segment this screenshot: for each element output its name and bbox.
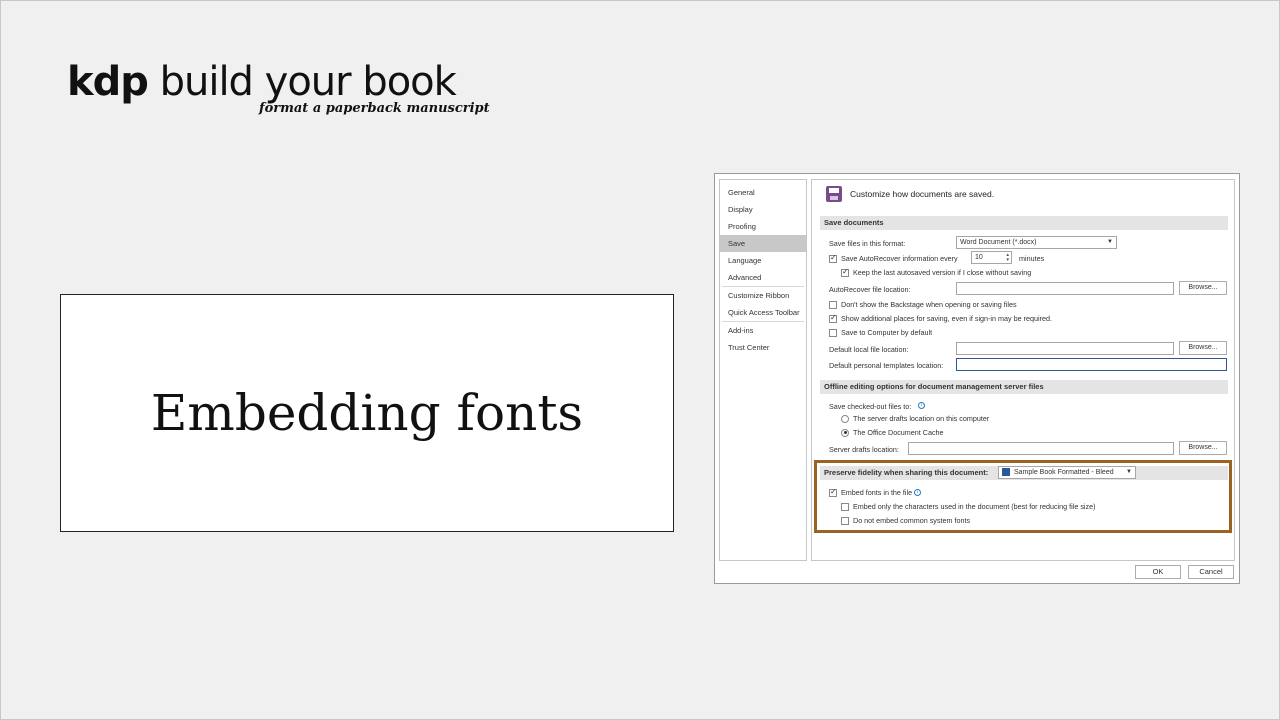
brand-title: kdp build your book <box>67 59 457 105</box>
format-select[interactable]: Word Document (*.docx) ▼ <box>956 236 1117 249</box>
autorecover-minutes-value: 10 <box>975 254 983 261</box>
autorecover-location-input[interactable] <box>956 282 1174 295</box>
browse-server-drafts-button[interactable]: Browse... <box>1179 441 1227 455</box>
dont-show-backstage-label: Don't show the Backstage when opening or… <box>841 300 1017 309</box>
dont-show-backstage-row[interactable]: Don't show the Backstage when opening or… <box>829 300 1017 309</box>
brand-build-your-book: build your book <box>147 59 457 105</box>
content-header: Customize how documents are saved. <box>826 186 994 202</box>
browse-autorecover-button[interactable]: Browse... <box>1179 281 1227 295</box>
keep-autosaved-checkbox[interactable] <box>841 267 849 277</box>
radio-document-cache-row[interactable]: The Office Document Cache <box>841 428 944 437</box>
nav-add-ins[interactable]: Add-ins <box>720 322 806 339</box>
nav-language[interactable]: Language <box>720 252 806 269</box>
slide-title-box: Embedding fonts <box>60 294 674 532</box>
ok-button[interactable]: OK <box>1135 565 1181 579</box>
default-templates-input[interactable] <box>956 358 1227 371</box>
stepper-arrows-icon[interactable]: ▲ ▼ <box>1006 252 1010 262</box>
autorecover-unit: minutes <box>1019 254 1045 263</box>
autorecover-row[interactable]: Save AutoRecover information every <box>829 253 958 263</box>
nav-trust-center[interactable]: Trust Center <box>720 339 806 356</box>
nav-general[interactable]: General <box>720 184 806 201</box>
nav-customize-ribbon[interactable]: Customize Ribbon <box>720 287 806 304</box>
server-drafts-input[interactable] <box>908 442 1174 455</box>
radio-server-drafts[interactable] <box>841 414 849 423</box>
nav-proofing[interactable]: Proofing <box>720 218 806 235</box>
brand-kdp: kdp <box>67 59 149 105</box>
brand-subtitle: format a paperback manuscript <box>259 101 490 116</box>
nav-save[interactable]: Save <box>720 235 806 252</box>
info-icon: i <box>918 402 925 409</box>
keep-autosaved-label: Keep the last autosaved version if I clo… <box>853 268 1032 277</box>
default-local-label: Default local file location: <box>829 345 909 354</box>
save-to-computer-label: Save to Computer by default <box>841 328 933 337</box>
checked-out-label: Save checked-out files to: <box>829 402 912 411</box>
cancel-button[interactable]: Cancel <box>1188 565 1234 579</box>
section-save-documents: Save documents <box>820 216 1228 230</box>
save-disk-icon <box>826 186 842 202</box>
show-places-row[interactable]: Show additional places for saving, even … <box>829 313 1052 323</box>
chevron-down-icon: ▼ <box>1107 239 1113 245</box>
autorecover-checkbox[interactable] <box>829 253 837 263</box>
default-templates-label: Default personal templates location: <box>829 361 944 370</box>
radio-server-drafts-row[interactable]: The server drafts location on this compu… <box>841 414 989 423</box>
show-places-label: Show additional places for saving, even … <box>841 314 1052 323</box>
options-nav: General Display Proofing Save Language A… <box>719 179 807 561</box>
format-value: Word Document (*.docx) <box>960 239 1037 246</box>
dont-show-backstage-checkbox[interactable] <box>829 300 837 309</box>
server-drafts-label: Server drafts location: <box>829 445 899 454</box>
section-offline-editing: Offline editing options for document man… <box>820 380 1228 394</box>
browse-default-local-button[interactable]: Browse... <box>1179 341 1227 355</box>
autorecover-location-label: AutoRecover file location: <box>829 285 911 294</box>
nav-display[interactable]: Display <box>720 201 806 218</box>
nav-quick-access-toolbar[interactable]: Quick Access Toolbar <box>720 304 806 321</box>
highlight-frame <box>814 460 1232 533</box>
save-to-computer-row[interactable]: Save to Computer by default <box>829 328 932 337</box>
default-local-input[interactable] <box>956 342 1174 355</box>
brand-logo: kdp build your book format a paperback m… <box>67 59 490 116</box>
format-label: Save files in this format: <box>829 239 906 248</box>
autorecover-label: Save AutoRecover information every <box>841 254 958 263</box>
nav-advanced[interactable]: Advanced <box>720 269 806 286</box>
autorecover-minutes-stepper[interactable]: 10 ▲ ▼ <box>971 251 1012 264</box>
keep-autosaved-row[interactable]: Keep the last autosaved version if I clo… <box>841 267 1032 277</box>
radio-server-drafts-label: The server drafts location on this compu… <box>853 414 990 423</box>
content-header-text: Customize how documents are saved. <box>850 189 995 199</box>
save-to-computer-checkbox[interactable] <box>829 328 837 337</box>
radio-document-cache-label: The Office Document Cache <box>853 428 944 437</box>
slide-title: Embedding fonts <box>150 384 584 442</box>
radio-document-cache[interactable] <box>841 428 849 437</box>
show-places-checkbox[interactable] <box>829 313 837 323</box>
